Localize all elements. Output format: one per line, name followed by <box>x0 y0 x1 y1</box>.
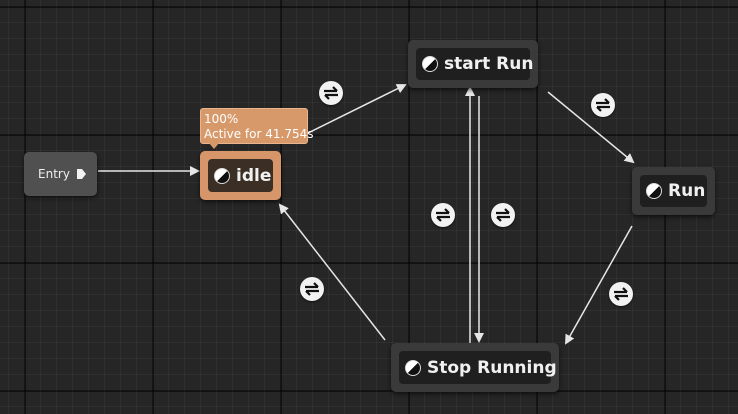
tooltip-weight: 100% <box>204 112 239 126</box>
active-state-tooltip: 100% Active for 41.754s <box>200 108 314 149</box>
state-node-start-run-body: start Run <box>416 48 534 80</box>
state-node-idle[interactable]: idle <box>200 151 281 200</box>
transition-arrows-icon <box>496 208 510 222</box>
entry-label: Entry <box>38 167 70 181</box>
state-label-stop-running: Stop Running <box>427 357 557 378</box>
transition-arrows-icon <box>614 287 628 301</box>
state-node-run-body: Run <box>640 175 707 207</box>
transition-arrows-icon <box>305 282 319 296</box>
transition-stop-running-to-idle[interactable] <box>300 277 324 301</box>
state-half-circle-icon <box>214 167 230 184</box>
tooltip-active-time: Active for 41.754s <box>204 127 314 141</box>
transition-run-to-stop-running[interactable] <box>609 282 633 306</box>
state-node-stop-running-body: Stop Running <box>399 351 557 384</box>
state-node-run[interactable]: Run <box>632 167 715 215</box>
state-node-start-run[interactable]: start Run <box>408 40 538 88</box>
state-label-run: Run <box>668 181 706 201</box>
state-node-stop-running[interactable]: Stop Running <box>391 343 559 392</box>
transition-start-run-to-stop-running[interactable] <box>491 203 515 227</box>
state-half-circle-icon <box>646 183 662 199</box>
state-half-circle-icon <box>405 359 421 376</box>
state-half-circle-icon <box>422 56 438 72</box>
wire-stoprunning-idle <box>278 203 386 341</box>
transition-start-run-to-run[interactable] <box>591 93 615 117</box>
wire-idle-startrun <box>299 84 407 138</box>
state-label-start-run: start Run <box>444 54 534 74</box>
transition-arrows-icon <box>436 208 450 222</box>
transition-arrows-icon <box>596 98 610 112</box>
transition-stop-running-to-start-run[interactable] <box>431 203 455 227</box>
transition-idle-to-start-run[interactable] <box>319 81 343 105</box>
state-label-idle: idle <box>236 165 272 186</box>
transition-arrows-icon <box>324 86 338 100</box>
transition-wires <box>98 84 635 345</box>
exec-pin-icon[interactable] <box>76 165 87 184</box>
entry-node[interactable]: Entry <box>24 152 97 196</box>
tooltip-tail <box>209 143 219 149</box>
state-node-idle-body: idle <box>208 159 273 192</box>
